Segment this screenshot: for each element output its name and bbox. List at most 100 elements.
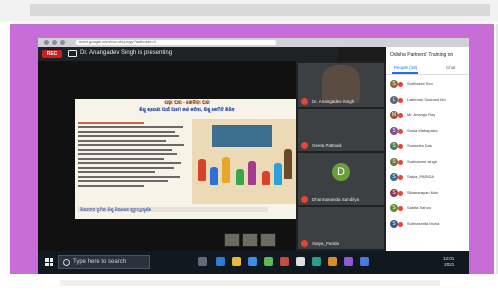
mic-off-icon [398,206,403,211]
participant-tile[interactable]: Dr. Anangadev Singh [298,63,384,107]
app-icon[interactable] [264,257,273,266]
participant-name: Lalitendu Sushant Mo [407,96,446,102]
avatar: M [390,111,398,119]
participant-tile-name: Satya_Parida [312,241,340,246]
mic-off-icon [398,190,403,196]
avatar: D [332,163,350,181]
participant-row[interactable]: S Sushmita Das [386,139,469,155]
chrome-icon[interactable] [296,257,305,266]
participant-row[interactable]: M Mr. Anangs Ray [386,108,469,124]
tab-chat[interactable]: Chat [446,65,456,70]
participant-tiles: Dr. Anangadev Singh Geeta Pattnaik D Dha… [296,61,386,251]
mic-off-icon [398,82,403,87]
participant-tile-name: Dr. Anangadev Singh [312,99,355,104]
mic-off-icon [398,113,403,118]
participant-row[interactable]: S Sibanarayan Moh [386,186,469,202]
participant-list: S Subhasini Sen L Lalitendu Sushant Mo M Mr. … [386,77,469,232]
mic-off-icon [301,196,308,203]
avatar: S [390,219,398,228]
participant-row[interactable]: S Subhasini Sen [386,77,469,93]
panel-tabs: People (18) Chat [386,62,469,75]
app-icon[interactable] [280,257,289,266]
avatar: S [390,157,398,166]
people-panel: Odisha Partners' Training on People (18)… [386,47,469,251]
clock-date: 2021 [444,262,455,267]
slide-header: ପଢ଼ା ଘର - ଖେଳିବା ଘର ଶିଶୁ ଶ୍ରେଣୀ ପାଇଁ ଆମେ… [75,99,299,119]
thumbnail[interactable] [260,233,276,247]
participant-row[interactable]: S Sonia Mahapatra [386,124,469,140]
participant-name: Sushmita Das [407,143,432,148]
participant-tile-name: Dharmananda Sandilya [312,197,360,202]
participant-name: Subhasree singh [407,158,438,164]
meeting-title: Odisha Partners' Training on [390,52,454,58]
address-text: meet.google.com/xxx-xhq-rcgv?authuser=0 [79,39,156,44]
back-icon[interactable] [44,40,49,45]
windows-taskbar: Type here to search 12:01 2021 [38,251,469,274]
search-icon [63,259,70,266]
slide-footer: ଶିକ୍ଷକଙ୍କ ଭୂମିକା ଶିଶୁ ଶିକ୍ଷଣରେ ଗୁରୁତ୍ୱପୂ… [78,207,268,212]
mic-off-icon [301,98,308,105]
participant-name: Satya_PARIDA [407,174,435,179]
participant-name: Sabita Sahoo [407,205,432,210]
avatar: S [390,142,398,150]
address-bar[interactable]: meet.google.com/xxx-xhq-rcgv?authuser=0 [76,39,276,45]
taskbar-search-placeholder: Type here to search [73,259,127,265]
participant-name: Subhasmita Moha [407,220,440,226]
app-icon[interactable] [328,257,337,266]
windows-start-icon[interactable] [45,258,53,266]
slide-subtitle: ଶିଶୁ ଶ୍ରେଣୀ ପାଇଁ ଆମେ କଣ କରିବା, ଶିଶୁ କେମି… [139,107,235,112]
participant-tile[interactable]: D Dharmananda Sandilya [298,153,384,205]
participant-row[interactable]: S Subhasree singh [386,155,469,171]
participant-tile-name: Geeta Pattnaik [312,143,342,148]
present-screen-icon [68,50,77,57]
avatar: S [390,126,398,135]
slide-body-text [78,119,188,189]
shared-screen-area: ପଢ଼ା ଘର - ଖେଳିବା ଘର ଶିଶୁ ଶ୍ରେଣୀ ପାଇଁ ଆମେ… [38,61,338,251]
mic-off-icon [398,97,403,103]
participant-row[interactable]: S Subhasmita Moha [386,217,469,233]
file-explorer-icon[interactable] [232,257,241,266]
reload-icon[interactable] [60,40,65,45]
slide-title: ପଢ଼ା ଘର - ଖେଳିବା ଘର [164,100,210,106]
taskbar-clock[interactable]: 12:01 2021 [443,256,454,268]
laptop-screen: meet.google.com/xxx-xhq-rcgv?authuser=0 … [38,38,469,274]
thumbnail[interactable] [242,233,258,247]
video-thumbnails [188,233,298,247]
tab-people[interactable]: People (18) [394,65,417,70]
mic-off-icon [398,144,403,149]
edge-icon[interactable] [216,257,225,266]
participant-tile[interactable]: Geeta Pattnaik [298,109,384,151]
mic-off-icon [398,175,403,180]
presenting-bar: REC Dr. Anangadev Singh is presenting [38,47,338,61]
word-icon[interactable] [360,257,369,266]
participant-row[interactable]: S Sabita Sahoo [386,201,469,217]
blackboard [212,125,272,147]
active-tab-indicator [392,72,418,74]
task-view-icon[interactable] [198,257,207,266]
bottom-strip [60,280,440,286]
forward-icon[interactable] [52,40,57,45]
thumbnail[interactable] [224,233,240,247]
participant-name: Subhasini Sen [407,81,433,86]
presenting-label: Dr. Anangadev Singh is presenting [80,50,173,56]
classroom-illustration [192,119,296,204]
slide-footer-text: ଶିକ୍ଷକଙ୍କ ଭୂମିକା ଶିଶୁ ଶିକ୍ଷଣରେ ଗୁରୁତ୍ୱପୂ… [80,207,152,212]
app-icon[interactable] [344,257,353,266]
top-strip [30,4,490,16]
participant-row[interactable]: S Satya_PARIDA [386,170,469,186]
recording-badge: REC [42,50,62,58]
avatar: S [390,80,398,88]
avatar: S [390,204,398,212]
presentation-slide: ପଢ଼ା ଘର - ଖେଳିବା ଘର ଶିଶୁ ଶ୍ରେଣୀ ପାଇଁ ଆମେ… [75,99,299,219]
participant-tile[interactable]: Satya_Parida [298,207,384,249]
participant-name: Mr. Anangs Ray [407,112,436,117]
mic-off-icon [301,240,308,247]
participant-row[interactable]: L Lalitendu Sushant Mo [386,93,469,109]
mic-off-icon [398,128,403,134]
taskbar-search[interactable]: Type here to search [58,255,150,269]
participant-name: Sibanarayan Moh [407,189,439,195]
store-icon[interactable] [248,257,257,266]
app-icon[interactable] [312,257,321,266]
mic-off-icon [398,159,403,165]
participant-name: Sonia Mahapatra [407,127,438,133]
